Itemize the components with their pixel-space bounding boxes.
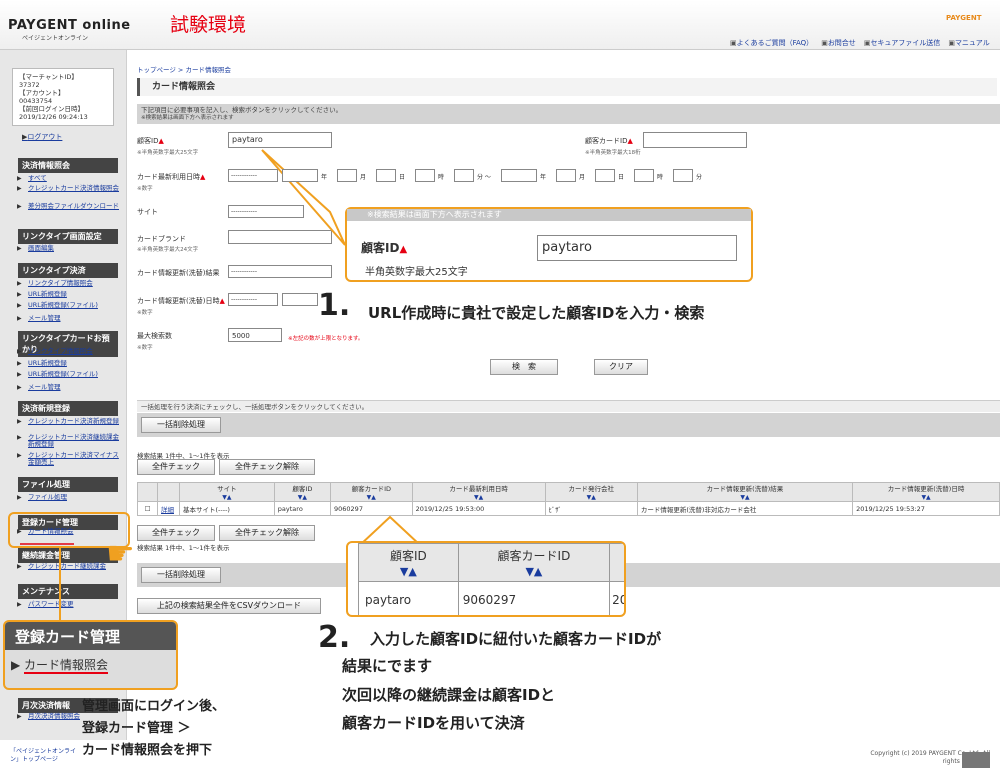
callout1-pointer [261, 149, 346, 246]
step2-text4: 顧客カードIDを用いて決済 [342, 714, 525, 732]
zoom3-title: 登録カード管理 [5, 622, 176, 650]
zoom1-header: ※検索結果は画面下方へ表示されます [347, 209, 751, 221]
zoom2-date-partial: 20 [609, 581, 624, 615]
date-input[interactable] [501, 169, 537, 182]
step2-text3: 次回以降の継続課金は顧客IDと [342, 686, 556, 704]
zoom2-card-id: 9060297 [457, 581, 611, 615]
page-top-button[interactable] [962, 752, 990, 768]
date-unit-label: 年 [540, 174, 547, 181]
pointer-hand-icon: ☛ [106, 534, 135, 572]
step0-text1: 管理画面にログイン後、 [82, 699, 226, 714]
zoom2-col-customer-id: 顧客ID ▼▲ [358, 543, 459, 582]
step1-text: URL作成時に貴社で設定した顧客IDを入力・検索 [368, 304, 705, 322]
date-input[interactable] [282, 169, 318, 182]
date-unit-label: 日 [399, 174, 406, 181]
date-input[interactable] [556, 169, 576, 182]
date-unit-label: 月 [579, 174, 586, 181]
date-input[interactable] [415, 169, 435, 182]
zoom1-input: paytaro [537, 235, 737, 261]
date-input[interactable] [454, 169, 474, 182]
zoom2-col-card-id: 顧客カードID ▼▲ [457, 543, 611, 582]
date-input[interactable] [376, 169, 396, 182]
zoom3-item: ▶ カード情報照会 [11, 658, 109, 674]
date-input[interactable] [673, 169, 693, 182]
date-unit-label: 月 [360, 174, 367, 181]
date-unit-label: 年 [321, 174, 328, 181]
zoom-callout-result: 顧客ID ▼▲ 顧客カードID ▼▲ paytaro 9060297 20 [346, 541, 626, 617]
date-unit-label: 分 〜 [477, 174, 491, 181]
step2-text2: 結果にでます [342, 657, 433, 675]
date-unit-label: 時 [657, 174, 664, 181]
zoom2-table: 顧客ID ▼▲ 顧客カードID ▼▲ paytaro 9060297 20 [358, 543, 624, 615]
zoom-callout-menu: 登録カード管理 ▶ カード情報照会 [3, 620, 178, 690]
date-input[interactable] [337, 169, 357, 182]
step2-number: 2. [318, 620, 351, 655]
step1-number: 1. [318, 288, 351, 323]
zoom1-label: 顧客ID▲ [361, 241, 408, 255]
date-input[interactable] [634, 169, 654, 182]
step2-text1: 入力した顧客IDに紐付いた顧客カードIDが [370, 630, 662, 648]
date-unit-label: 日 [618, 174, 625, 181]
zoom1-note: 半角英数字最大25文字 [365, 267, 468, 278]
date-unit-label: 分 [696, 174, 703, 181]
step0-text2: 登録カード管理 ＞ [82, 721, 191, 736]
date-input[interactable] [595, 169, 615, 182]
footer-top-link[interactable]: 「ペイジェントオンライン」トップページ [10, 748, 80, 764]
zoom2-customer-id: paytaro [358, 581, 459, 615]
zoom-callout-customer-id: ※検索結果は画面下方へ表示されます 顧客ID▲ 半角英数字最大25文字 payt… [345, 207, 753, 282]
step0-text3: カード情報照会を押下 [82, 743, 213, 758]
date-unit-label: 時 [438, 174, 445, 181]
